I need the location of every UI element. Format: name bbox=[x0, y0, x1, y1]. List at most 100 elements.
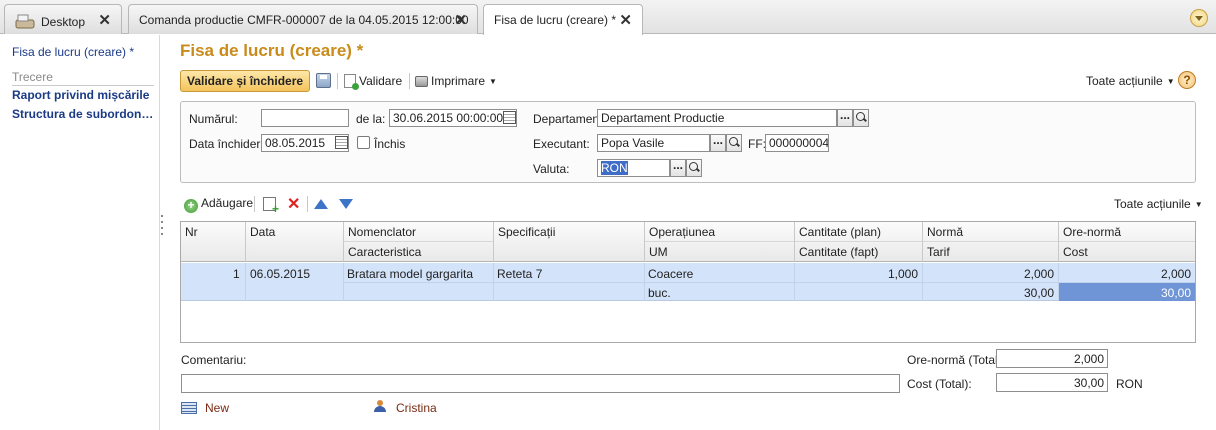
cell-cost[interactable]: 30,00 bbox=[1161, 286, 1191, 300]
author-text: Cristina bbox=[396, 401, 437, 415]
cost-currency: RON bbox=[1116, 377, 1143, 391]
move-down-icon[interactable] bbox=[339, 199, 353, 209]
close-icon[interactable]: ✕ bbox=[619, 11, 632, 29]
tab-desktop[interactable]: Desktop ✕ bbox=[4, 4, 122, 34]
operations-table: Nr Data Nomenclator Caracteristica Specif… bbox=[180, 221, 1196, 343]
col-header-ore-norma[interactable]: Ore-normă Cost bbox=[1059, 222, 1195, 262]
executor-select-button[interactable]: ... bbox=[710, 134, 726, 152]
help-icon[interactable]: ? bbox=[1178, 71, 1196, 89]
col-header-specificatii[interactable]: Specificații bbox=[494, 222, 645, 262]
nav-link-subordination-structure[interactable]: Structura de subordon… bbox=[12, 107, 153, 121]
copy-row-icon[interactable] bbox=[263, 197, 279, 216]
comment-field[interactable] bbox=[181, 374, 900, 393]
panel-resize-handle[interactable] bbox=[160, 215, 164, 245]
table-toolbar: +Adăugare ✕ Toate acțiunile▼ bbox=[180, 193, 1203, 216]
cell-data[interactable]: 06.05.2015 bbox=[250, 267, 310, 281]
col-header-operatiunea[interactable]: Operațiunea UM bbox=[645, 222, 795, 262]
cell-norma[interactable]: 2,000 bbox=[1024, 267, 1054, 281]
col-header-nr[interactable]: Nr bbox=[181, 222, 246, 262]
user-icon bbox=[374, 400, 386, 413]
col-header-nomenclator[interactable]: Nomenclator Caracteristica bbox=[344, 222, 494, 262]
cell-specificatii[interactable]: Reteta 7 bbox=[497, 267, 542, 281]
tab-work-sheet[interactable]: Fisa de lucru (creare) * ✕ bbox=[483, 4, 643, 35]
post-and-close-button[interactable]: Validare și închidere bbox=[180, 70, 311, 92]
tab-bar: Desktop ✕ Comanda productie CMFR-000007 … bbox=[0, 0, 1216, 35]
currency-field[interactable]: RON bbox=[597, 159, 670, 177]
header-fields-group: Numărul: de la: 30.06.2015 00:00:00 Data… bbox=[180, 101, 1196, 183]
page-title: Fisa de lucru (creare) * bbox=[180, 41, 364, 60]
toolbar-divider bbox=[409, 73, 410, 89]
column-divider bbox=[245, 263, 246, 301]
cell-tarif[interactable]: 30,00 bbox=[1024, 286, 1054, 300]
col-header-cantitate[interactable]: Cantitate (plan) Cantitate (fapt) bbox=[795, 222, 923, 262]
col-header-data[interactable]: Data bbox=[246, 222, 344, 262]
close-date-label: Data închiderii: bbox=[189, 137, 270, 151]
nav-link-movements-report[interactable]: Raport privind mișcările bbox=[12, 88, 149, 102]
close-icon[interactable]: ✕ bbox=[454, 11, 467, 29]
col-header-norma[interactable]: Normă Tarif bbox=[923, 222, 1059, 262]
nav-current-item[interactable]: Fisa de lucru (creare) * bbox=[12, 45, 134, 59]
chevron-down-icon: ▼ bbox=[1194, 200, 1203, 209]
command-bar: Validare și închidere Validare Imprimare… bbox=[180, 70, 1196, 92]
executor-field[interactable]: Popa Vasile bbox=[597, 134, 710, 152]
cell-nr[interactable]: 1 bbox=[233, 267, 240, 281]
from-date-field[interactable]: 30.06.2015 00:00:00 bbox=[389, 109, 517, 127]
currency-label: Valuta: bbox=[533, 162, 570, 176]
tab-production-order[interactable]: Comanda productie CMFR-000007 de la 04.0… bbox=[128, 4, 478, 34]
cost-total-label: Cost (Total): bbox=[907, 377, 972, 391]
table-all-actions-menu[interactable]: Toate acțiunile ▼ bbox=[1114, 197, 1203, 211]
calendar-icon[interactable] bbox=[503, 111, 516, 124]
department-field[interactable]: Departament Productie bbox=[597, 109, 837, 127]
desktop-icon bbox=[15, 13, 35, 29]
document-post-icon bbox=[344, 74, 359, 90]
hours-total-field[interactable]: 2,000 bbox=[996, 349, 1108, 368]
close-icon[interactable]: ✕ bbox=[98, 11, 111, 29]
number-label: Numărul: bbox=[189, 112, 238, 126]
number-field[interactable] bbox=[261, 109, 349, 127]
hours-total-label: Ore-normă (Total): bbox=[907, 353, 1006, 367]
tab-work-sheet-label: Fisa de lucru (creare) * bbox=[494, 13, 617, 27]
department-label: Departament: bbox=[533, 112, 606, 126]
chevron-down-icon: ▼ bbox=[489, 77, 497, 86]
cell-um[interactable]: buc. bbox=[648, 286, 671, 300]
cell-ore-norma[interactable]: 2,000 bbox=[1161, 267, 1191, 281]
delete-icon[interactable]: ✕ bbox=[287, 194, 300, 214]
comment-label: Comentariu: bbox=[181, 353, 247, 367]
cost-total-field[interactable]: 30,00 bbox=[996, 373, 1108, 392]
tab-desktop-label: Desktop bbox=[41, 15, 86, 29]
navigation-panel: Fisa de lucru (creare) * Trecere Raport … bbox=[0, 35, 160, 430]
search-icon[interactable] bbox=[686, 159, 702, 177]
nav-section-header: Trecere bbox=[12, 70, 154, 86]
closed-label: Închis bbox=[374, 137, 406, 151]
chevron-down-icon: ▼ bbox=[1166, 77, 1175, 86]
move-up-icon[interactable] bbox=[314, 199, 328, 209]
add-row-button[interactable]: + Adăugare bbox=[184, 196, 253, 213]
cell-cantitate-plan[interactable]: 1,000 bbox=[888, 267, 918, 281]
ff-field[interactable]: 000000004 bbox=[765, 134, 829, 152]
closed-checkbox[interactable] bbox=[357, 136, 370, 149]
department-select-button[interactable]: ... bbox=[837, 109, 853, 127]
search-icon[interactable] bbox=[726, 134, 742, 152]
from-date-label: de la: bbox=[356, 112, 386, 126]
toolbar-divider bbox=[307, 196, 308, 212]
search-icon[interactable] bbox=[853, 109, 869, 127]
add-row-label: Adăugare bbox=[201, 196, 254, 210]
all-actions-label: Toate acțiunile bbox=[1086, 74, 1163, 88]
all-actions-menu[interactable]: Toate acțiunile ▼ bbox=[1086, 74, 1175, 88]
status-text: New bbox=[205, 401, 230, 415]
printer-icon bbox=[415, 76, 428, 87]
tabs-menu-icon[interactable] bbox=[1190, 9, 1208, 27]
toolbar-divider bbox=[254, 196, 255, 212]
toolbar-divider bbox=[337, 73, 338, 89]
form-area: Fisa de lucru (creare) * Validare și înc… bbox=[170, 35, 1210, 430]
currency-select-button[interactable]: ... bbox=[670, 159, 686, 177]
print-label: Imprimare bbox=[431, 74, 486, 88]
executor-label: Executant: bbox=[533, 137, 590, 151]
cell-operatiunea[interactable]: Coacere bbox=[648, 267, 693, 281]
add-icon: + bbox=[184, 199, 198, 213]
validate-button[interactable]: Validare bbox=[344, 74, 402, 90]
calendar-icon[interactable] bbox=[335, 136, 348, 149]
cell-nomenclator[interactable]: Bratara model gargarita bbox=[347, 267, 473, 281]
print-button[interactable]: Imprimare ▼ bbox=[415, 74, 497, 88]
save-icon[interactable] bbox=[316, 73, 331, 88]
